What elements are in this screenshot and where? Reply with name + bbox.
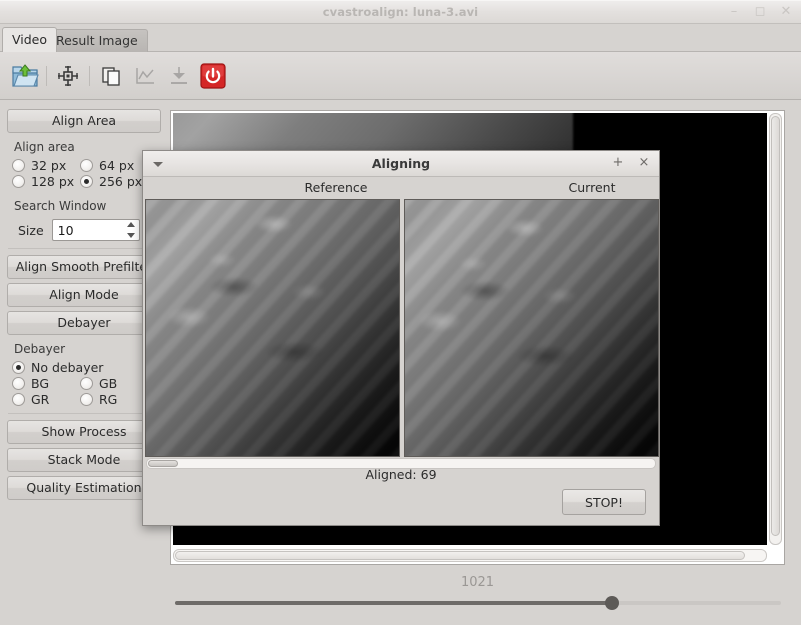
dialog-window-controls: + × [611,155,651,171]
maximize-icon[interactable]: ◻ [753,4,767,20]
radio-label: 128 px [31,174,75,189]
dialog-image-panes [145,199,659,457]
dialog-maximize-icon[interactable]: + [611,155,625,171]
radio-indicator [12,393,25,406]
radio-indicator [12,159,25,172]
frame-slider[interactable] [175,596,781,610]
radio-label: 32 px [31,158,67,173]
minimize-icon[interactable]: – [727,4,741,20]
window-titlebar: cvastroalign: luna-3.avi – ◻ ✕ [0,0,801,24]
main-toolbar [0,52,801,100]
align-mode-button[interactable]: Align Mode [7,283,161,307]
radio-label: GB [99,376,118,391]
radio-label: No debayer [31,360,104,375]
tab-video[interactable]: Video [2,27,58,52]
crosshair-target-icon[interactable] [51,58,85,94]
align-area-button[interactable]: Align Area [7,109,161,133]
dialog-title: Aligning [371,156,431,171]
search-window-size-row: Size [18,219,156,241]
window-title: cvastroalign: luna-3.avi [322,5,479,19]
radio-debayer-gb[interactable]: GB [80,376,117,391]
current-image-pane [404,199,659,457]
radio-indicator [80,393,93,406]
dialog-image-headers: Reference Current [143,177,659,198]
radio-label: RG [99,392,118,407]
search-window-label: Search Window [14,199,107,213]
video-vertical-scrollbar[interactable] [769,113,782,545]
aligning-dialog: Aligning + × Reference Current Aligned: … [142,150,660,526]
align-area-row-1: 32 px 64 px [12,158,156,173]
radio-label: GR [31,392,50,407]
scrollbar-thumb[interactable] [771,116,780,536]
radio-label: 256 px [99,174,143,189]
radio-indicator [80,377,93,390]
radio-indicator [12,361,25,374]
toolbar-separator [46,65,47,86]
radio-align-32px[interactable]: 32 px [12,158,80,173]
chevron-up-icon[interactable] [127,222,136,227]
dialog-titlebar: Aligning + × [143,151,659,177]
debayer-row-3: GR RG [12,392,156,407]
dialog-close-icon[interactable]: × [637,155,651,171]
frame-slider-fill [175,601,612,605]
radio-no-debayer[interactable]: No debayer [12,360,103,375]
debayer-group-label: Debayer [14,342,66,356]
tab-result-image[interactable]: Result Image [46,29,148,52]
power-icon[interactable] [196,58,230,94]
video-horizontal-scrollbar[interactable] [173,549,767,562]
radio-indicator [80,159,93,172]
current-moon-image [405,200,658,456]
align-status-label: Aligned: 69 [365,467,437,482]
window-controls: – ◻ ✕ [727,4,793,20]
search-window-size-input[interactable] [52,222,125,238]
radio-label: 64 px [99,158,135,173]
toolbar-separator [89,65,90,86]
quality-estimation-button[interactable]: Quality Estimation [7,476,161,500]
align-area-row-2: 128 px 256 px [12,174,156,189]
tab-bar: Video Result Image [0,24,801,52]
scrollbar-thumb[interactable] [148,460,178,467]
show-process-button[interactable]: Show Process [7,420,161,444]
align-area-group-label: Align area [14,140,75,154]
radio-indicator [12,377,25,390]
frame-number-label: 1021 [460,575,495,590]
radio-indicator [12,175,25,188]
radio-debayer-gr[interactable]: GR [12,392,80,407]
scrollbar-thumb[interactable] [175,551,745,560]
debayer-row-1: No debayer [12,360,156,375]
radio-align-64px[interactable]: 64 px [80,158,134,173]
stepper-arrows [125,221,138,239]
size-label: Size [18,222,44,238]
radio-label: BG [31,376,50,391]
stop-button[interactable]: STOP! [562,489,646,515]
debayer-group: Debayer No debayer BG GB GR RG [8,339,160,414]
close-icon[interactable]: ✕ [779,4,793,20]
radio-align-128px[interactable]: 128 px [12,174,80,189]
stack-mode-button[interactable]: Stack Mode [7,448,161,472]
chevron-down-icon[interactable] [127,233,136,238]
reference-image-pane [145,199,400,457]
radio-debayer-bg[interactable]: BG [12,376,80,391]
current-label: Current [568,180,616,195]
reference-label: Reference [304,180,368,195]
radio-align-256px[interactable]: 256 px [80,174,142,189]
save-download-icon [162,58,196,94]
application-window: cvastroalign: luna-3.avi – ◻ ✕ Video Res… [0,0,801,625]
radio-debayer-rg[interactable]: RG [80,392,117,407]
radio-indicator [80,175,93,188]
copy-icon[interactable] [94,58,128,94]
debayer-row-2: BG GB [12,376,156,391]
align-smooth-prefilter-button[interactable]: Align Smooth Prefilter [7,255,161,279]
search-window-size-stepper[interactable] [51,219,140,241]
chart-icon [128,58,162,94]
align-area-group: Align area 32 px 64 px 128 px 256 px Sea… [8,137,160,249]
open-folder-icon[interactable] [8,58,42,94]
debayer-button[interactable]: Debayer [7,311,161,335]
frame-slider-handle[interactable] [605,596,619,610]
reference-moon-image [146,200,399,456]
